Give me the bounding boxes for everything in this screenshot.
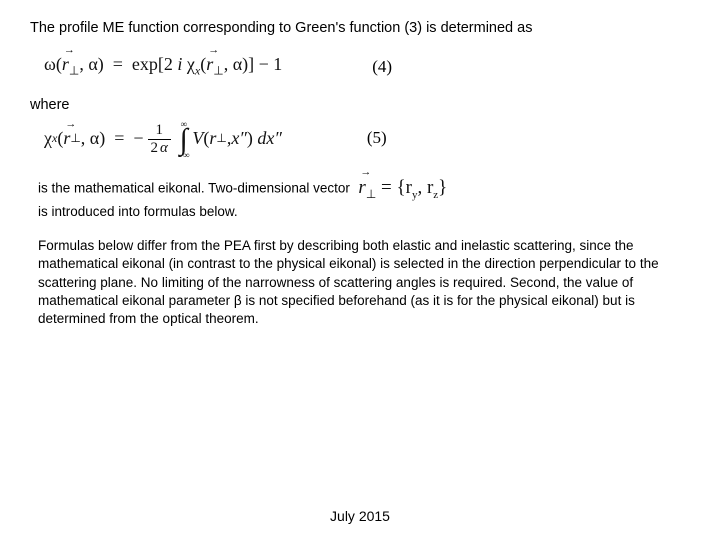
eq4-number: (4) <box>372 57 392 77</box>
eq5-number: (5) <box>367 128 387 148</box>
vector-definition: →r⊥ = {ry, rz} <box>354 175 448 203</box>
equation-4-row: ω(→r⊥, α) = exp[2 i χx(→r⊥, α)] − 1 (4) <box>44 54 690 79</box>
where-label: where <box>30 97 690 113</box>
equation-5-row: χx(→r⊥, α) = − 12α ∞∫−∞ V(r⊥, x″) dx″ (5… <box>44 119 690 157</box>
equation-4: ω(→r⊥, α) = exp[2 i χx(→r⊥, α)] − 1 <box>44 54 282 79</box>
footer-date: July 2015 <box>0 508 720 524</box>
equation-5: χx(→r⊥, α) = − 12α ∞∫−∞ V(r⊥, x″) dx″ <box>44 119 282 157</box>
eikonal-sentence: is the mathematical eikonal. Two-dimensi… <box>38 175 690 221</box>
sentence-b: is introduced into formulas below. <box>38 204 238 219</box>
intro-text: The profile ME function corresponding to… <box>30 18 690 38</box>
sentence-a: is the mathematical eikonal. Two-dimensi… <box>38 181 350 196</box>
slide-content: The profile ME function corresponding to… <box>0 0 720 540</box>
main-paragraph: Formulas below differ from the PEA first… <box>38 237 686 328</box>
